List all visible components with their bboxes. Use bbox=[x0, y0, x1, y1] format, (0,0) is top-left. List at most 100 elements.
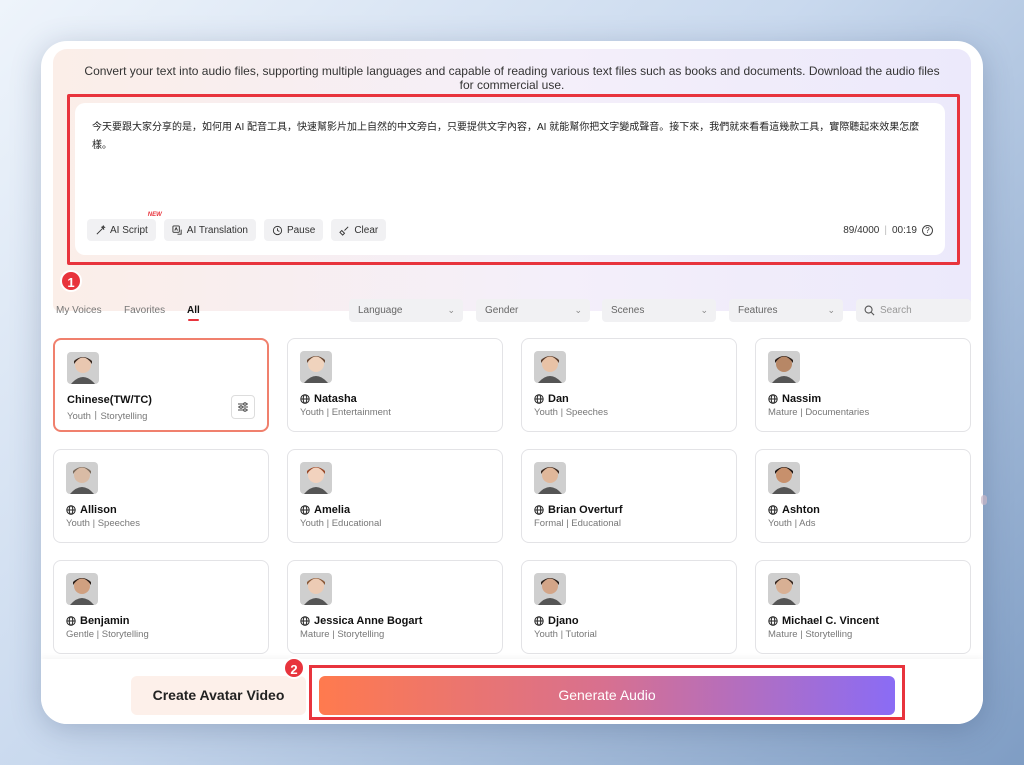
voice-name-row: Benjamin bbox=[66, 615, 130, 627]
voice-card[interactable]: Benjamin Gentle | Storytelling bbox=[53, 560, 269, 654]
globe-icon bbox=[534, 394, 544, 404]
voice-card[interactable]: Michael C. Vincent Mature | Storytelling bbox=[755, 560, 971, 654]
search-placeholder: Search bbox=[880, 305, 912, 316]
sliders-icon bbox=[238, 402, 248, 412]
tab-all[interactable]: All bbox=[187, 305, 200, 321]
avatar-portrait bbox=[768, 462, 800, 494]
avatar-portrait bbox=[300, 573, 332, 605]
generate-audio-button[interactable]: Generate Audio bbox=[319, 676, 895, 715]
globe-icon bbox=[534, 616, 544, 626]
avatar-portrait bbox=[66, 462, 98, 494]
avatar-portrait bbox=[534, 462, 566, 494]
voice-tags: Gentle | Storytelling bbox=[66, 629, 149, 640]
action-bar: Create Avatar Video Generate Audio bbox=[41, 659, 983, 724]
voice-card[interactable]: Dan Youth | Speeches bbox=[521, 338, 737, 432]
voice-name-row: Michael C. Vincent bbox=[768, 615, 879, 627]
voice-avatar bbox=[768, 351, 800, 383]
voice-name: Brian Overturf bbox=[548, 504, 623, 516]
voice-name-row: Chinese(TW/TC) bbox=[67, 394, 152, 406]
avatar-portrait bbox=[67, 352, 99, 384]
voice-name: Benjamin bbox=[80, 615, 130, 627]
voice-avatar bbox=[300, 462, 332, 494]
voice-settings-button[interactable] bbox=[231, 395, 255, 419]
tab-favorites[interactable]: Favorites bbox=[124, 305, 165, 316]
voice-name: Jessica Anne Bogart bbox=[314, 615, 423, 627]
voice-name-row: Nassim bbox=[768, 393, 821, 405]
voice-avatar bbox=[534, 351, 566, 383]
voice-tags: Mature | Storytelling bbox=[300, 629, 385, 640]
search-icon bbox=[864, 305, 875, 316]
voice-tags: Youth | Ads bbox=[768, 518, 816, 529]
voice-name: Michael C. Vincent bbox=[782, 615, 879, 627]
chevron-down-icon: ⌄ bbox=[447, 305, 455, 315]
voice-card[interactable]: Jessica Anne Bogart Mature | Storytelling bbox=[287, 560, 503, 654]
voice-name-row: Dan bbox=[534, 393, 569, 405]
globe-icon bbox=[768, 505, 778, 515]
voice-tags: Youth | Speeches bbox=[534, 407, 608, 418]
voice-avatar bbox=[768, 573, 800, 605]
voice-card[interactable]: Amelia Youth | Educational bbox=[287, 449, 503, 543]
globe-icon bbox=[534, 505, 544, 515]
voice-name-row: Jessica Anne Bogart bbox=[300, 615, 422, 627]
voice-tags: Youth | Educational bbox=[300, 518, 382, 529]
globe-icon bbox=[300, 505, 310, 515]
features-label: Features bbox=[738, 305, 778, 316]
voice-name: Amelia bbox=[314, 504, 351, 516]
step-marker-1: 1 bbox=[60, 270, 82, 292]
voice-tags: Youth | Speeches bbox=[66, 518, 140, 529]
avatar-portrait bbox=[534, 351, 566, 383]
voice-search-input[interactable]: Search bbox=[856, 299, 971, 322]
globe-icon bbox=[66, 616, 76, 626]
avatar-portrait bbox=[534, 573, 566, 605]
voice-name-row: Allison bbox=[66, 504, 117, 516]
voice-name-row: Ashton bbox=[768, 504, 820, 516]
language-label: Language bbox=[358, 305, 403, 316]
voice-avatar bbox=[300, 351, 332, 383]
voice-avatar bbox=[300, 573, 332, 605]
globe-icon bbox=[768, 394, 778, 404]
voice-name-row: Amelia bbox=[300, 504, 350, 516]
avatar-portrait bbox=[300, 462, 332, 494]
voice-avatar bbox=[768, 462, 800, 494]
voice-name-row: Brian Overturf bbox=[534, 504, 623, 516]
voice-card[interactable]: Nassim Mature | Documentaries bbox=[755, 338, 971, 432]
voice-avatar bbox=[66, 462, 98, 494]
voice-tags: Youth | Entertainment bbox=[300, 407, 391, 418]
voice-tags: Mature | Documentaries bbox=[768, 407, 870, 418]
voice-card[interactable]: Ashton Youth | Ads bbox=[755, 449, 971, 543]
scenes-dropdown[interactable]: Scenes ⌄ bbox=[602, 299, 716, 322]
avatar-portrait bbox=[300, 351, 332, 383]
globe-icon bbox=[768, 616, 778, 626]
intro-text: Convert your text into audio files, supp… bbox=[84, 64, 940, 92]
tab-my-voices[interactable]: My Voices bbox=[56, 305, 102, 316]
voice-name-row: Natasha bbox=[300, 393, 357, 405]
chevron-down-icon: ⌄ bbox=[700, 305, 708, 315]
highlight-frame-editor bbox=[67, 94, 960, 265]
voice-name: Natasha bbox=[314, 393, 357, 405]
voice-card[interactable]: Brian Overturf Formal | Educational bbox=[521, 449, 737, 543]
voice-avatar bbox=[66, 573, 98, 605]
gender-dropdown[interactable]: Gender ⌄ bbox=[476, 299, 590, 322]
voice-tags: Youth | Tutorial bbox=[534, 629, 597, 640]
voice-avatar bbox=[534, 462, 566, 494]
create-avatar-video-button[interactable]: Create Avatar Video bbox=[131, 676, 306, 715]
gender-label: Gender bbox=[485, 305, 519, 316]
voice-name: Ashton bbox=[782, 504, 820, 516]
scenes-label: Scenes bbox=[611, 305, 645, 316]
voice-name: Chinese(TW/TC) bbox=[67, 394, 152, 406]
voice-card[interactable]: Chinese(TW/TC) Youth丨Storytelling bbox=[53, 338, 269, 432]
voice-tags: Mature | Storytelling bbox=[768, 629, 853, 640]
avatar-portrait bbox=[768, 351, 800, 383]
voice-name: Dan bbox=[548, 393, 569, 405]
avatar-portrait bbox=[768, 573, 800, 605]
voice-name: Nassim bbox=[782, 393, 822, 405]
voice-name: Djano bbox=[548, 615, 579, 627]
tts-panel: Convert your text into audio files, supp… bbox=[41, 41, 983, 724]
voice-card[interactable]: Natasha Youth | Entertainment bbox=[287, 338, 503, 432]
scroll-handle[interactable] bbox=[981, 495, 987, 505]
voice-card[interactable]: Djano Youth | Tutorial bbox=[521, 560, 737, 654]
chevron-down-icon: ⌄ bbox=[827, 305, 835, 315]
features-dropdown[interactable]: Features ⌄ bbox=[729, 299, 843, 322]
language-dropdown[interactable]: Language ⌄ bbox=[349, 299, 463, 322]
voice-card[interactable]: Allison Youth | Speeches bbox=[53, 449, 269, 543]
